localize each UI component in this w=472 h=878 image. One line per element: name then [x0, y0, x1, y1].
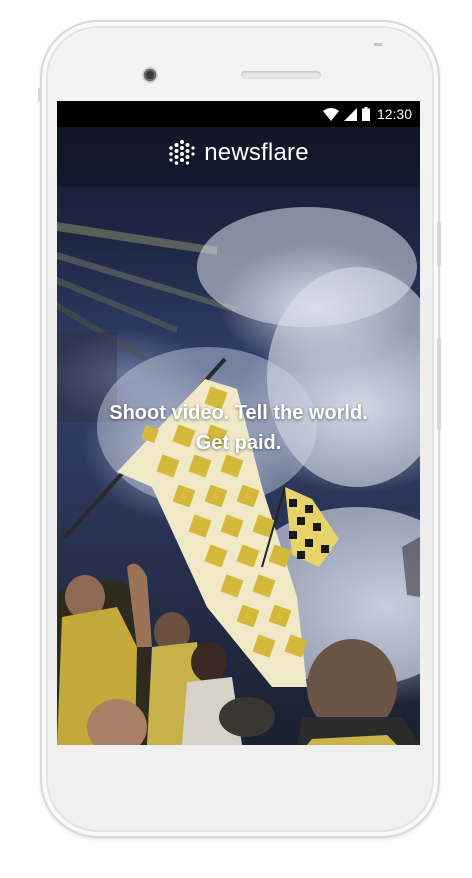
status-time: 12:30 [376, 106, 412, 122]
left-side-button [38, 88, 41, 102]
tagline-line-2: Get paid. [195, 432, 282, 454]
status-icons: 12:30 [322, 105, 412, 123]
volume-button [437, 222, 441, 266]
cellular-signal-icon [343, 107, 357, 121]
status-bar: 12:30 [57, 101, 420, 127]
hero-tagline: Shoot video. Tell the world. Get paid. [57, 398, 420, 458]
earpiece-speaker [241, 71, 321, 79]
wifi-icon [322, 107, 339, 121]
phone-top-notch [374, 43, 382, 46]
power-button [437, 338, 441, 430]
newsflare-logo-icon [169, 140, 195, 165]
brand-name: newsflare [204, 139, 309, 166]
battery-icon [361, 107, 370, 121]
tagline-line-1: Shoot video. Tell the world. [109, 402, 368, 424]
front-camera [142, 67, 158, 83]
phone-screen: 12:30 newsflare Shoot video. Tell the wo… [57, 101, 420, 745]
app-brand: newsflare [57, 139, 420, 167]
